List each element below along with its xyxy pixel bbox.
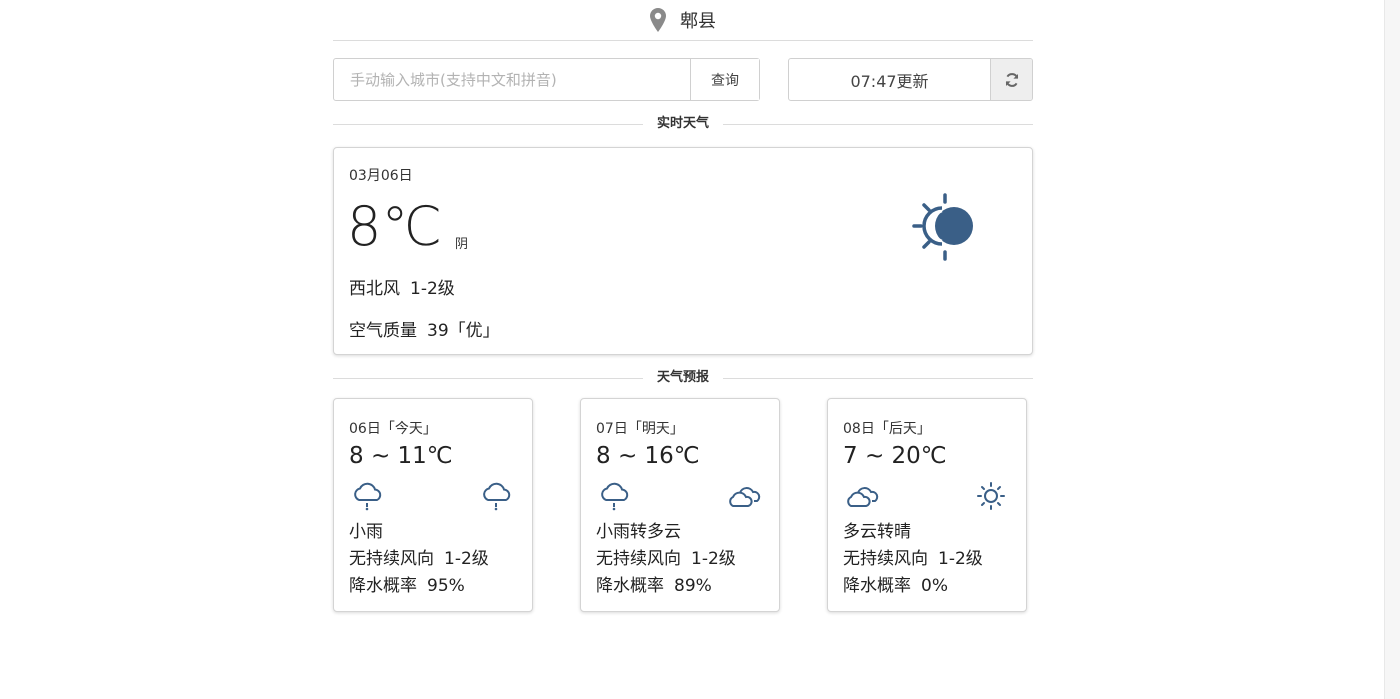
rain-probability: 89% <box>674 576 712 596</box>
forecast-weather: 小雨转多云 <box>596 522 681 542</box>
forecast-wind: 无持续风向 1-2级 <box>349 544 489 569</box>
partly-sunny-icon <box>912 193 973 261</box>
cloudy-icon <box>847 487 879 507</box>
current-weather-divider: 实时天气 <box>333 114 1033 134</box>
forecast-rain: 降水概率 89% <box>596 571 712 596</box>
forecast-weather: 多云转晴 <box>843 522 911 542</box>
refresh-button[interactable] <box>990 59 1032 100</box>
forecast-card-tomorrow: 07日「明天」 8 ~ 16℃ 小雨转多云 无持续风向 1-2级 降水概率 89% <box>580 398 780 612</box>
forecast-rain: 降水概率 0% <box>843 571 948 596</box>
forecast-date: 07日「明天」 <box>596 421 684 437</box>
forecast-wind: 无持续风向 1-2级 <box>596 544 736 569</box>
light-rain-icon <box>483 482 511 511</box>
city-search-input[interactable] <box>334 59 690 100</box>
location-header: 郫县 <box>333 0 1033 41</box>
rain-label: 降水概率 <box>349 576 417 596</box>
forecast-date: 08日「后天」 <box>843 421 931 437</box>
forecast-card-today: 06日「今天」 8 ~ 11℃ 小雨 无持续风向 1-2级 降水概率 95% <box>333 398 533 612</box>
forecast-wind-level: 1-2级 <box>691 549 736 569</box>
forecast-card-day-after: 08日「后天」 7 ~ 20℃ 多云转晴 无持续风向 1-2级 降水概率 0% <box>827 398 1027 612</box>
rain-label: 降水概率 <box>843 576 911 596</box>
forecast-title: 天气预报 <box>642 368 724 388</box>
current-wind: 西北风 1-2级 <box>349 274 455 299</box>
map-pin-icon <box>650 8 666 32</box>
city-search-group: 查询 <box>333 58 760 101</box>
forecast-divider: 天气预报 <box>333 368 1033 388</box>
update-group: 07:47更新 <box>788 58 1033 101</box>
forecast-temp-range: 8 ~ 16℃ <box>596 443 700 469</box>
aqi-label: 空气质量 <box>349 321 417 341</box>
city-name: 郫县 <box>680 11 716 32</box>
cloudy-icon <box>729 487 761 507</box>
current-weather-card: 03月06日 8℃ 阴 西北风 1-2级 空气质量 39「优」 <box>333 147 1033 355</box>
forecast-temp-range: 8 ~ 11℃ <box>349 443 453 469</box>
rain-probability: 95% <box>427 576 465 596</box>
light-rain-icon <box>354 482 382 511</box>
current-date: 03月06日 <box>349 168 413 184</box>
weather-app: 郫县 查询 07:47更新 实时天气 03月06日 8℃ 阴 西北风 1-2级 空… <box>333 0 1033 699</box>
search-button[interactable]: 查询 <box>690 59 759 100</box>
wind-level: 1-2级 <box>410 279 455 299</box>
forecast-wind-direction: 无持续风向 <box>596 549 681 569</box>
aqi-value: 39「优」 <box>427 321 500 341</box>
sunny-icon <box>977 482 1005 510</box>
current-weather-title: 实时天气 <box>642 114 724 134</box>
forecast-wind-level: 1-2级 <box>444 549 489 569</box>
forecast-wind-direction: 无持续风向 <box>843 549 928 569</box>
wind-direction: 西北风 <box>349 279 400 299</box>
light-rain-icon <box>601 482 629 511</box>
forecast-date: 06日「今天」 <box>349 421 437 437</box>
forecast-wind: 无持续风向 1-2级 <box>843 544 983 569</box>
forecast-wind-direction: 无持续风向 <box>349 549 434 569</box>
air-quality: 空气质量 39「优」 <box>349 316 500 341</box>
current-description: 阴 <box>455 237 469 252</box>
update-time: 07:47更新 <box>850 71 929 91</box>
forecast-temp-range: 7 ~ 20℃ <box>843 443 947 469</box>
forecast-wind-level: 1-2级 <box>938 549 983 569</box>
forecast-weather: 小雨 <box>349 522 383 542</box>
forecast-rain: 降水概率 95% <box>349 571 465 596</box>
rain-label: 降水概率 <box>596 576 664 596</box>
scrollbar-track[interactable] <box>1384 0 1400 699</box>
current-temperature: 8℃ <box>347 195 443 258</box>
rain-probability: 0% <box>921 576 948 596</box>
refresh-icon <box>1005 72 1018 87</box>
